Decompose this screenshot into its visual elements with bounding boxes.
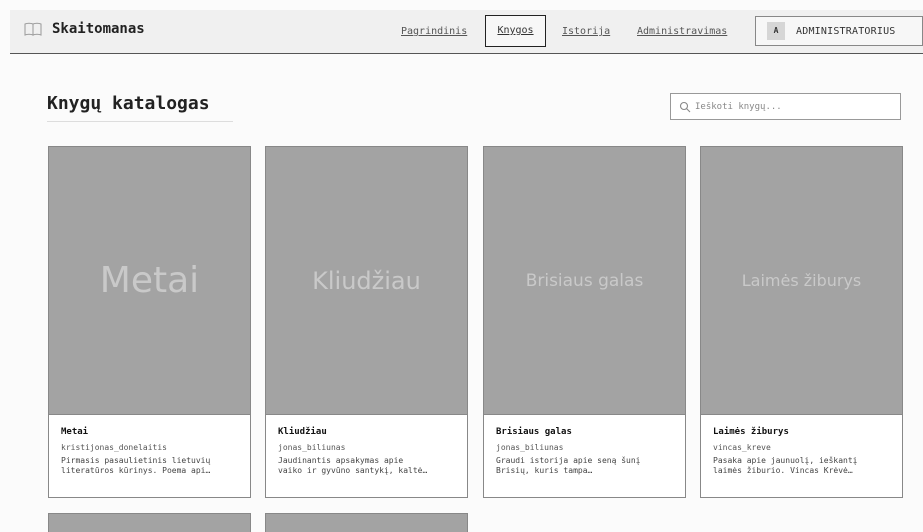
book-cover-text: Laimės žiburys xyxy=(741,271,862,290)
book-description-line: Pasaka apie jaunuolį, ieškantį xyxy=(713,456,858,465)
book-cover-text: Kliudžiau xyxy=(312,266,421,295)
book-author: kristijonas_donelaitis xyxy=(61,443,167,452)
nav-link-books[interactable]: Knygos xyxy=(485,15,546,47)
book-card[interactable] xyxy=(48,513,251,532)
book-description: Graudi istorija apie seną šunį Brisių, k… xyxy=(496,456,673,476)
book-cover: Metai xyxy=(49,147,250,415)
book-description-line: Jaudinantis apsakymas apie xyxy=(278,456,404,465)
brand[interactable]: Skaitomanas xyxy=(24,21,145,37)
book-title: Brisiaus galas xyxy=(496,427,572,437)
book-cover: Brisiaus galas xyxy=(484,147,685,415)
search-icon xyxy=(679,101,691,112)
top-navbar: Skaitomanas Pagrindinis Knygos Istorija … xyxy=(10,10,923,54)
book-author: vincas_kreve xyxy=(713,443,771,452)
book-description-line: literatūros kūrinys. Poema api… xyxy=(61,466,211,475)
avatar: A xyxy=(767,22,785,40)
book-author: jonas_biliunas xyxy=(278,443,346,452)
book-card[interactable]: Brisiaus galas Brisiaus galas jonas_bili… xyxy=(483,146,686,498)
book-card[interactable]: Metai Metai kristijonas_donelaitis Pirma… xyxy=(48,146,251,498)
book-cover-text: Brisiaus galas xyxy=(525,270,644,291)
book-title: Kliudžiau xyxy=(278,427,327,437)
search-box[interactable] xyxy=(670,93,901,120)
book-author: jonas_biliunas xyxy=(496,443,564,452)
book-description: Pasaka apie jaunuolį, ieškantį laimės ži… xyxy=(713,456,890,476)
book-description-line: vaiko ir gyvūno santykį, kaltė… xyxy=(278,466,428,475)
book-title: Laimės žiburys xyxy=(713,427,789,437)
book-card[interactable]: Laimės žiburys Laimės žiburys vincas_kre… xyxy=(700,146,903,498)
book-open-icon xyxy=(24,22,42,36)
book-description-line: Brisių, kuris tampa… xyxy=(496,466,593,475)
page-title: Knygų katalogas xyxy=(47,93,233,122)
book-cover-text: Metai xyxy=(99,260,200,301)
nav-link-admin[interactable]: Administravimas xyxy=(637,10,727,54)
book-description-line: laimės žiburio. Vincas Krėvė… xyxy=(713,466,853,475)
nav-link-home[interactable]: Pagrindinis xyxy=(401,10,467,54)
book-card[interactable] xyxy=(265,513,468,532)
book-title: Metai xyxy=(61,427,89,437)
book-description: Jaudinantis apsakymas apie vaiko ir gyvū… xyxy=(278,456,455,476)
user-menu-button[interactable]: A ADMINISTRATORIUS xyxy=(755,16,923,46)
search-input[interactable] xyxy=(695,101,895,112)
book-description-line: Graudi istorija apie seną šunį xyxy=(496,456,641,465)
book-cover: Laimės žiburys xyxy=(701,147,902,415)
brand-name: Skaitomanas xyxy=(52,21,145,37)
book-cover: Kliudžiau xyxy=(266,147,467,415)
user-role-label: ADMINISTRATORIUS xyxy=(796,25,896,37)
book-card[interactable]: Kliudžiau Kliudžiau jonas_biliunas Jaudi… xyxy=(265,146,468,498)
book-description-line: Pirmasis pasaulietinis lietuvių xyxy=(61,456,211,465)
book-description: Pirmasis pasaulietinis lietuvių literatū… xyxy=(61,456,238,476)
nav-link-history[interactable]: Istorija xyxy=(562,10,610,54)
